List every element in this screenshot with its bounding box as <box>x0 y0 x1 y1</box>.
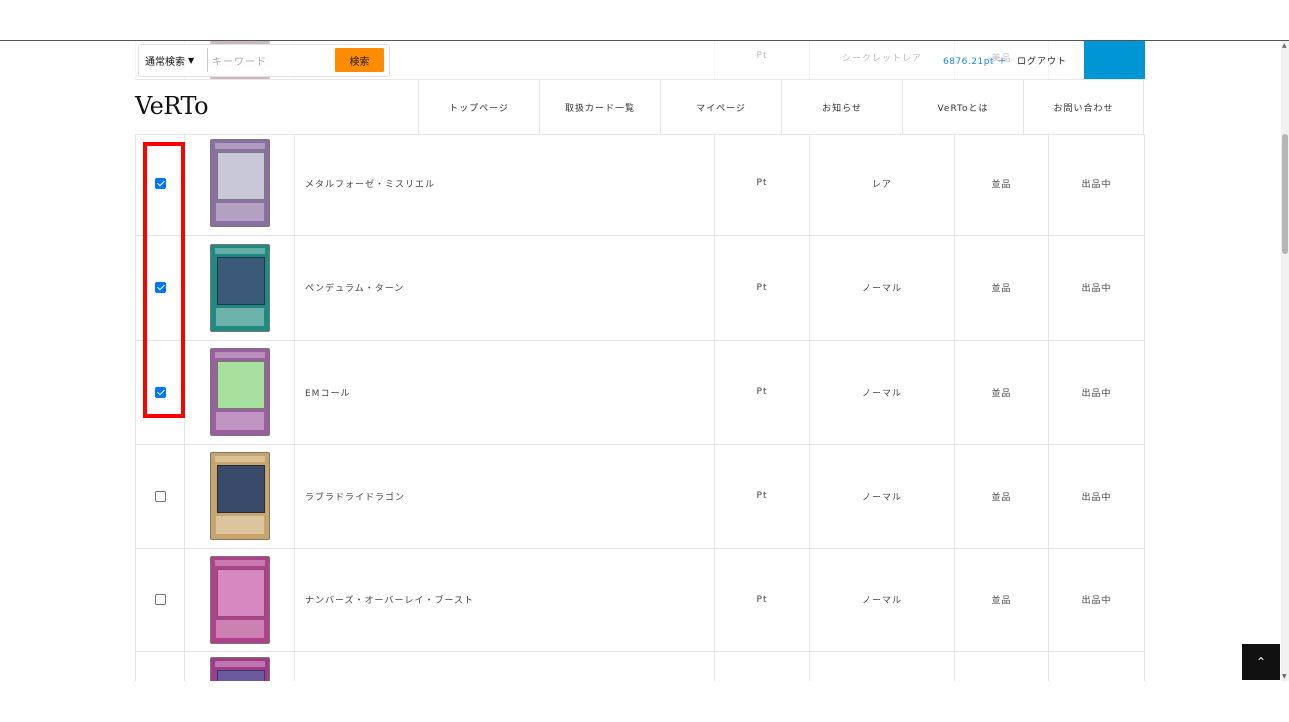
condition-cell: 並品 <box>955 548 1049 651</box>
card-name[interactable]: 陰謀の盾 <box>295 651 715 681</box>
logout-link[interactable]: ログアウト <box>1017 54 1067 67</box>
card-image[interactable] <box>209 452 270 540</box>
card-image[interactable] <box>209 555 270 644</box>
search-mode-select[interactable]: 通常検索 ▼ <box>145 53 194 68</box>
search-button[interactable]: 検索 <box>335 48 384 72</box>
card-image[interactable] <box>209 243 270 332</box>
card-name[interactable]: ラブラドライドラゴン <box>295 444 715 548</box>
status-cell: 出品中 <box>1049 548 1145 651</box>
search-bar: 通常検索 ▼ キーワード 検索 <box>138 44 390 77</box>
condition-cell: 並品 <box>955 235 1049 340</box>
scrollbar[interactable]: ▲ ▼ <box>1281 41 1289 681</box>
browser-bottom-bar <box>0 681 1289 722</box>
pt-cell: Pt <box>715 131 810 235</box>
keyword-input[interactable]: キーワード <box>207 48 333 72</box>
select-checkbox[interactable] <box>154 594 166 605</box>
condition-cell: 並品 <box>955 131 1049 235</box>
scroll-up-arrow-icon[interactable]: ▲ <box>1282 42 1287 49</box>
rarity-cell: ノーマル <box>810 651 955 681</box>
rarity-cell: ノーマル <box>810 548 955 651</box>
nav-my-page[interactable]: マイページ <box>660 80 781 134</box>
checkbox-cell <box>135 548 185 651</box>
rarity-cell: ノーマル <box>810 235 955 340</box>
main-nav: トップページ 取扱カード一覧 マイページ お知らせ VeRToとは お問い合わせ <box>418 80 1144 134</box>
page-viewport: Pt シークレットレア 美品 メタルフォーゼ・ミスリエル Pt レア 並品 出品中 ペンデ… <box>0 41 1281 681</box>
status-cell: 出品中 <box>1049 131 1145 235</box>
table-row: ラブラドライドラゴン Pt ノーマル 並品 出品中 <box>135 444 1145 549</box>
condition-cell: 並品 <box>955 340 1049 444</box>
card-image[interactable] <box>209 348 270 436</box>
site-header: VeRTo トップページ 取扱カード一覧 マイページ お知らせ VeRToとは … <box>135 79 1145 135</box>
scrollbar-thumb[interactable] <box>1282 134 1288 254</box>
status-cell: 出品中 <box>1049 651 1145 681</box>
pt-cell: Pt <box>715 340 810 444</box>
points-balance[interactable]: 6876.21pt ＋ <box>943 54 1007 67</box>
nav-top-page[interactable]: トップページ <box>418 80 539 134</box>
table-row: ナンバーズ・オーバーレイ・ブースト Pt ノーマル 並品 出品中 <box>135 548 1145 652</box>
checkbox-cell <box>135 651 185 681</box>
image-cell <box>185 235 295 340</box>
rarity-cell: ノーマル <box>810 340 955 444</box>
image-cell <box>185 651 295 681</box>
card-image[interactable] <box>209 657 270 681</box>
card-name[interactable]: EMコール <box>295 340 715 444</box>
checkbox-cell <box>135 444 185 548</box>
nav-card-list[interactable]: 取扱カード一覧 <box>539 80 660 134</box>
condition-cell: 並品 <box>955 651 1049 681</box>
card-image[interactable] <box>209 139 270 227</box>
table-row: ペンデュラム・ターン Pt ノーマル 並品 出品中 <box>135 235 1145 341</box>
status-cell: 出品中 <box>1049 340 1145 444</box>
search-mode-value: 通常検索 <box>145 57 185 68</box>
table-row: 陰謀の盾Ptノーマル並品出品中 <box>135 651 1145 681</box>
pt-cell: Pt <box>715 651 810 681</box>
image-cell <box>185 444 295 548</box>
site-logo[interactable]: VeRTo <box>135 92 209 120</box>
nav-about[interactable]: VeRToとは <box>902 80 1023 134</box>
image-cell <box>185 548 295 651</box>
scroll-to-top-button[interactable]: ⌃ <box>1242 644 1280 680</box>
chevron-down-icon: ▼ <box>188 56 195 65</box>
card-name[interactable]: メタルフォーゼ・ミスリエル <box>295 131 715 235</box>
card-name[interactable]: ナンバーズ・オーバーレイ・ブースト <box>295 548 715 651</box>
condition-cell: 並品 <box>955 444 1049 548</box>
pt-cell: Pt <box>715 235 810 340</box>
rarity-cell: レア <box>810 131 955 235</box>
status-cell: 出品中 <box>1049 235 1145 340</box>
browser-top-bar <box>0 0 1289 41</box>
nav-contact[interactable]: お問い合わせ <box>1023 80 1144 134</box>
image-cell <box>185 340 295 444</box>
nav-news[interactable]: お知らせ <box>781 80 902 134</box>
select-checkbox[interactable] <box>154 490 166 502</box>
checkbox-highlight <box>143 142 185 418</box>
pt-cell: Pt <box>715 444 810 548</box>
menu-button[interactable] <box>1084 41 1145 79</box>
status-cell: 出品中 <box>1049 444 1145 548</box>
image-cell <box>185 131 295 235</box>
pt-cell: Pt <box>715 548 810 651</box>
table-row: メタルフォーゼ・ミスリエル Pt レア 並品 出品中 <box>135 131 1145 236</box>
card-name[interactable]: ペンデュラム・ターン <box>295 235 715 340</box>
rarity-cell: ノーマル <box>810 444 955 548</box>
scroll-down-arrow-icon[interactable]: ▼ <box>1282 673 1287 680</box>
table-row: EMコール Pt ノーマル 並品 出品中 <box>135 340 1145 445</box>
